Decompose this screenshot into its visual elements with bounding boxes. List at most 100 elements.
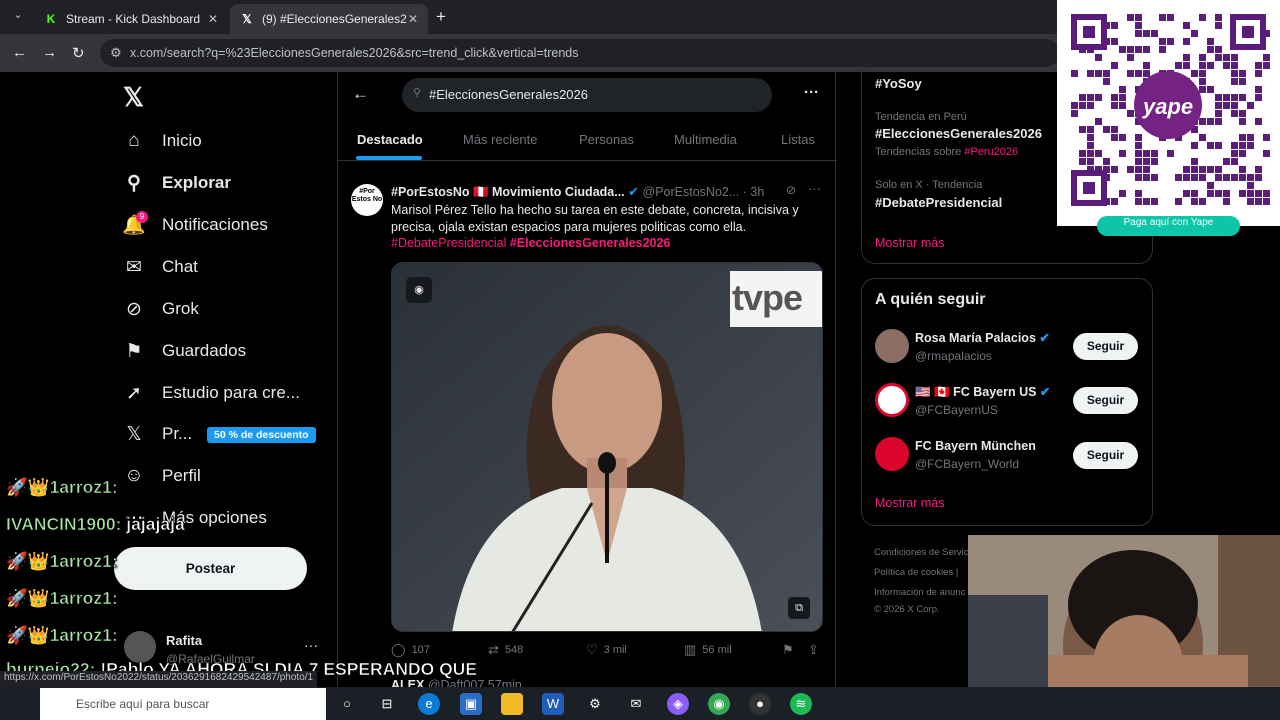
x-logo-icon[interactable]: 𝕏 bbox=[123, 82, 144, 113]
sidebar-item-chat[interactable]: ✉ Chat bbox=[122, 247, 198, 287]
edit-image-icon[interactable]: ⧉ bbox=[788, 597, 810, 619]
premium-discount-badge: 50 % de descuento bbox=[207, 427, 316, 443]
avatar[interactable] bbox=[875, 383, 909, 417]
back-arrow-icon[interactable]: ← bbox=[352, 84, 369, 104]
grok-image-icon[interactable]: ◉ bbox=[406, 277, 432, 303]
like-button[interactable]: ♡ 3 mil bbox=[586, 642, 627, 658]
tweet-avatar[interactable]: #Por Estos No bbox=[351, 184, 383, 216]
avatar[interactable] bbox=[875, 329, 909, 363]
taskbar-search-input[interactable]: Escribe aquí para buscar bbox=[40, 688, 326, 720]
messenger-icon[interactable]: ◈ bbox=[667, 693, 689, 715]
app-icon[interactable]: ⚙ bbox=[584, 693, 606, 715]
more-icon[interactable]: ··· bbox=[304, 637, 318, 653]
reply-count: 107 bbox=[411, 644, 430, 656]
sidebar-item-pr-[interactable]: 𝕏 Pr... bbox=[122, 414, 192, 454]
follow-button[interactable]: Seguir bbox=[1073, 387, 1138, 414]
chat-username: 🚀👑1arroz1: bbox=[6, 477, 118, 498]
grok-icon[interactable]: ⊘ bbox=[786, 183, 796, 197]
bookmark-icon: ⚑ bbox=[125, 340, 143, 362]
mail-icon: ✉ bbox=[126, 256, 142, 278]
hashtag-link[interactable]: #EleccionesGenerales2026 bbox=[510, 236, 671, 250]
footer-link[interactable]: Política de cookies bbox=[874, 567, 953, 578]
trend-name[interactable]: #EleccionesGenerales2026 bbox=[875, 126, 1042, 141]
tweet-media-image[interactable]: tvpe ◉ ⧉ bbox=[391, 262, 823, 632]
more-options-icon[interactable]: ··· bbox=[804, 84, 819, 101]
tab-personas[interactable]: Personas bbox=[579, 132, 634, 147]
store-icon[interactable]: ▣ bbox=[460, 693, 482, 715]
follow-button[interactable]: Seguir bbox=[1073, 442, 1138, 469]
tweet-handle[interactable]: @PorEstosNo2... bbox=[643, 185, 740, 199]
cortana-icon[interactable]: ○ bbox=[336, 693, 358, 715]
follow-account-name[interactable]: FC Bayern München bbox=[915, 439, 1036, 453]
site-info-icon[interactable]: ⚙ bbox=[110, 45, 122, 61]
tab-listas[interactable]: Listas bbox=[781, 132, 815, 147]
word-icon[interactable]: W bbox=[542, 693, 564, 715]
status-url: https://x.com/PorEstosNo2022/status/2036… bbox=[0, 671, 318, 687]
avatar[interactable] bbox=[875, 437, 909, 471]
share-icon[interactable]: ⇪ bbox=[808, 642, 825, 658]
sidebar-item-guardados[interactable]: ⚑ Guardados bbox=[122, 331, 246, 371]
tab-mas-reciente[interactable]: Más reciente bbox=[463, 132, 537, 147]
tab-search-button[interactable]: ⌄ bbox=[8, 8, 28, 26]
search-results-column: ← ⚲ #EleccionesGenerales2026 ··· Destaca… bbox=[337, 72, 837, 720]
qr-caption: Paga aquí con Yape bbox=[1097, 216, 1240, 236]
sidebar-item-inicio[interactable]: ⌂ Inicio bbox=[122, 121, 202, 161]
views-button[interactable]: ▥ 56 mil bbox=[684, 642, 732, 658]
tab-kick-dashboard[interactable]: K Stream - Kick Dashboard ✕ bbox=[34, 4, 228, 34]
sidebar-item-label: Guardados bbox=[162, 341, 247, 360]
search-input[interactable]: ⚲ #EleccionesGenerales2026 bbox=[402, 78, 772, 112]
tweet-more-icon[interactable]: ··· bbox=[808, 181, 821, 196]
close-icon[interactable]: ✕ bbox=[208, 12, 218, 26]
folder-icon[interactable] bbox=[501, 693, 523, 715]
tab-destacado[interactable]: Destacado bbox=[357, 132, 423, 147]
reload-icon[interactable]: ↻ bbox=[72, 44, 85, 62]
sidebar-item-explorar[interactable]: ⚲ Explorar bbox=[122, 163, 231, 203]
sidebar-item-label: Chat bbox=[162, 257, 198, 276]
sidebar-item-grok[interactable]: ⊘ Grok bbox=[122, 289, 199, 329]
forward-arrow-icon[interactable]: → bbox=[42, 44, 57, 61]
chrome-icon[interactable]: ◉ bbox=[708, 693, 730, 715]
follow-button[interactable]: Seguir bbox=[1073, 333, 1138, 360]
panel-title: A quién seguir bbox=[875, 291, 986, 308]
account-name: FC Bayern US bbox=[953, 385, 1037, 399]
obs-icon[interactable]: ● bbox=[749, 693, 771, 715]
follow-account-name[interactable]: Rosa María Palacios ✔ bbox=[915, 330, 1050, 345]
chat-username: 🚀👑1arroz1: bbox=[6, 588, 118, 609]
edge-icon[interactable]: e bbox=[418, 693, 440, 715]
verified-icon: ✔ bbox=[628, 184, 640, 199]
bookmark-icon[interactable]: ⚑ bbox=[782, 642, 800, 658]
trend-context: Solo en X · Tendencia bbox=[875, 179, 983, 191]
tab-title: Stream - Kick Dashboard bbox=[66, 12, 201, 26]
post-button[interactable]: Postear bbox=[114, 547, 307, 590]
footer-link[interactable]: Información de anunc bbox=[874, 583, 968, 603]
tvpe-logo: tvpe bbox=[732, 277, 803, 318]
trend-name[interactable]: #YoSoy bbox=[875, 76, 922, 91]
new-tab-button[interactable]: + bbox=[436, 7, 446, 27]
footer-link[interactable]: Condiciones de Servic bbox=[874, 543, 968, 563]
hashtag-link[interactable]: #DebatePresidencial bbox=[391, 236, 506, 250]
back-arrow-icon[interactable]: ← bbox=[12, 44, 27, 61]
view-count: 56 mil bbox=[702, 644, 732, 656]
show-more-link[interactable]: Mostrar más bbox=[875, 236, 944, 250]
tweet-author[interactable]: #PorEstosNo 🇵🇪 Movimiento Ciudada... bbox=[391, 185, 625, 199]
tab-multimedia[interactable]: Multimedia bbox=[674, 132, 737, 147]
mail-icon[interactable]: ✉ bbox=[625, 693, 647, 715]
sidebar-item-label: Inicio bbox=[162, 131, 202, 150]
tab-x-search[interactable]: 𝕏 (9) #EleccionesGenerales2026 ✕ bbox=[230, 4, 428, 34]
sidebar-item-estudio-para-cre-[interactable]: ➚ Estudio para cre... bbox=[122, 373, 300, 413]
close-icon[interactable]: ✕ bbox=[408, 12, 418, 26]
trend-sub-tag[interactable]: #Peru2026 bbox=[964, 146, 1018, 158]
account-name: FC Bayern München bbox=[915, 439, 1036, 453]
tweet-time[interactable]: · 3h bbox=[743, 185, 765, 199]
follow-account-name[interactable]: 🇺🇸 🇨🇦 FC Bayern US ✔ bbox=[915, 384, 1050, 400]
kick-icon: K bbox=[46, 12, 56, 26]
spotify-icon[interactable]: ≋ bbox=[790, 693, 812, 715]
repost-button[interactable]: ⇄ 548 bbox=[488, 642, 523, 658]
task-view-icon[interactable]: ⊟ bbox=[376, 693, 398, 715]
sidebar-item-perfil[interactable]: ☺ Perfil bbox=[122, 456, 200, 496]
tab-title: (9) #EleccionesGenerales2026 bbox=[262, 12, 407, 26]
show-more-link[interactable]: Mostrar más bbox=[875, 496, 944, 510]
sidebar-item-label: Explorar bbox=[162, 173, 231, 192]
trend-name[interactable]: #DebatePresidencial bbox=[875, 195, 1002, 210]
reply-button[interactable]: ◯ 107 bbox=[391, 642, 430, 658]
